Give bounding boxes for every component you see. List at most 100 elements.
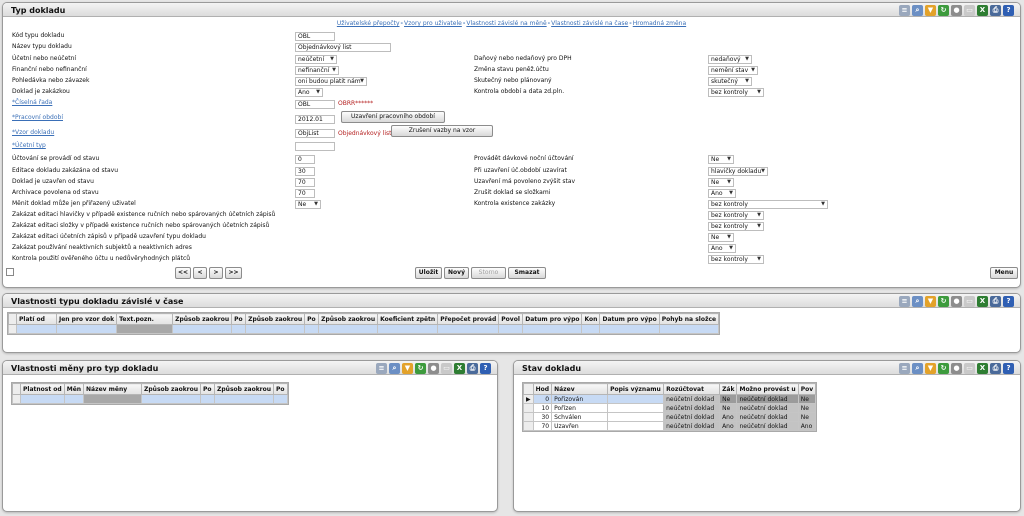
davk-select[interactable]: Ne [708,155,734,164]
vzor-field[interactable]: ObjList [295,129,335,138]
print-icon[interactable]: ⎙ [467,363,478,374]
link-vlastnosti-cas[interactable]: Vlastnosti závislé na čase [551,20,628,27]
col-header[interactable]: Možno provést u [736,383,799,395]
refresh-icon[interactable]: ↻ [415,363,426,374]
help-icon[interactable]: ? [1003,5,1014,16]
disk-icon[interactable]: ● [428,363,439,374]
kontrola-select[interactable]: bez kontroly [708,88,764,97]
nav-next-button[interactable]: > [209,267,223,279]
print-icon[interactable]: ⎙ [990,363,1001,374]
edit-field[interactable]: 30 [295,167,315,176]
col-header[interactable]: Přepočet provád [437,313,500,325]
kod-field[interactable]: OBL [295,32,335,41]
col-header[interactable]: Rozúčtovat [663,383,721,395]
col-header[interactable]: Způsob zaokrou [214,383,275,395]
zmena-select[interactable]: nemění stav [708,66,758,75]
page-icon[interactable]: ▭ [964,363,975,374]
disk-icon[interactable]: ● [951,296,962,307]
page-icon[interactable]: ▭ [964,296,975,307]
table-row[interactable]: 10 Pořízen neúčetní doklad Ne neúčetní d… [523,403,817,413]
help-icon[interactable]: ? [1003,363,1014,374]
document-icon[interactable]: ≡ [899,296,910,307]
nav-prev-button[interactable]: < [193,267,207,279]
col-header[interactable]: Způsob zaokrou [172,313,233,325]
zrus-select[interactable]: Ano [708,189,736,198]
excel-icon[interactable]: X [977,296,988,307]
col-header[interactable]: Po [304,313,320,325]
col-header[interactable]: Koeficient zpětn [377,313,439,325]
col-header[interactable]: Pov [797,383,817,395]
vzor-link[interactable]: *Vzor dokladu [12,128,54,138]
nav-first-button[interactable]: << [175,267,191,279]
col-header[interactable]: Hod [532,383,553,395]
col-header[interactable]: Kon [581,313,601,325]
rada-link[interactable]: *Číselná řada [12,98,52,108]
col-header[interactable]: Měn [63,383,85,395]
excel-icon[interactable]: X [977,5,988,16]
document-icon[interactable]: ≡ [376,363,387,374]
uzav-field[interactable]: 70 [295,178,315,187]
ucetni-typ-field[interactable] [295,142,335,151]
z1-select[interactable]: bez kontroly [708,211,764,220]
nazev-field[interactable]: Objednávkový list [295,43,391,52]
uct-stav-field[interactable]: 0 [295,155,315,164]
col-header[interactable]: Datum pro výpo [599,313,660,325]
z3-select[interactable]: Ne [708,233,734,242]
skut-select[interactable]: skutečný [708,77,752,86]
col-header[interactable]: Platnost od [20,383,65,395]
obdobi-field[interactable]: 2012.01 [295,115,335,124]
link-vzory-pro-uzivatele[interactable]: Vzory pro uživatele [404,20,462,27]
page-icon[interactable]: ▭ [964,5,975,16]
ucetni-typ-link[interactable]: *Účetní typ [12,141,46,151]
z5-select[interactable]: bez kontroly [708,255,764,264]
select-all-checkbox[interactable] [6,268,14,276]
menit-select[interactable]: Ne [295,200,321,209]
link-uzivatelske-prepocty[interactable]: Uživatelské přepočty [337,20,400,27]
novy-button[interactable]: Nový [444,267,469,279]
excel-icon[interactable]: X [454,363,465,374]
help-icon[interactable]: ? [1003,296,1014,307]
col-header[interactable]: Popis významu [607,383,665,395]
fin-select[interactable]: nefinanční [295,66,339,75]
print-icon[interactable]: ⎙ [990,5,1001,16]
ucetni-select[interactable]: neúčetní [295,55,337,64]
smazat-button[interactable]: Smazat [508,267,546,279]
filter-icon[interactable]: ▼ [925,5,936,16]
disk-icon[interactable]: ● [951,363,962,374]
help-icon[interactable]: ? [480,363,491,374]
nav-last-button[interactable]: >> [225,267,242,279]
search-icon[interactable]: ⌕ [912,296,923,307]
col-header[interactable]: Jen pro vzor dok [55,313,118,325]
table-row[interactable] [12,394,289,404]
table-row[interactable]: ▶ 0 Pořizován neúčetní doklad Ne neúčetn… [523,394,817,404]
refresh-icon[interactable]: ↻ [938,363,949,374]
zak-select[interactable]: Ano [295,88,323,97]
pri-select[interactable]: hlavičky dokladu [708,167,768,176]
z2-select[interactable]: bez kontroly [708,222,764,231]
search-icon[interactable]: ⌕ [912,5,923,16]
table-row[interactable]: 30 Schválen neúčetní doklad Ano neúčetní… [523,412,817,422]
povol-select[interactable]: Ne [708,178,734,187]
col-header[interactable]: Způsob zaokrou [318,313,379,325]
col-header[interactable]: Pohyb na složce [658,313,720,325]
kex-select[interactable]: bez kontroly [708,200,828,209]
filter-icon[interactable]: ▼ [925,363,936,374]
uzavreni-button[interactable]: Uzavření pracovního období [341,111,445,123]
col-header[interactable]: Text.pozn. [116,313,174,325]
ulozit-button[interactable]: Uložit [415,267,442,279]
col-header[interactable]: Platí od [16,313,57,325]
storno-button[interactable]: Storno [471,267,506,279]
search-icon[interactable]: ⌕ [912,363,923,374]
disk-icon[interactable]: ● [951,5,962,16]
table-row[interactable]: 70 Uzavřen neúčetní doklad Ano neúčetní … [523,421,817,431]
filter-icon[interactable]: ▼ [925,296,936,307]
col-header[interactable]: Po [200,383,216,395]
table-row[interactable] [8,324,720,334]
print-icon[interactable]: ⎙ [990,296,1001,307]
col-header[interactable]: Způsob zaokrou [245,313,306,325]
document-icon[interactable]: ≡ [899,5,910,16]
col-header[interactable]: Zák [719,383,738,395]
col-header[interactable]: Název [551,383,609,395]
arch-field[interactable]: 70 [295,189,315,198]
search-icon[interactable]: ⌕ [389,363,400,374]
